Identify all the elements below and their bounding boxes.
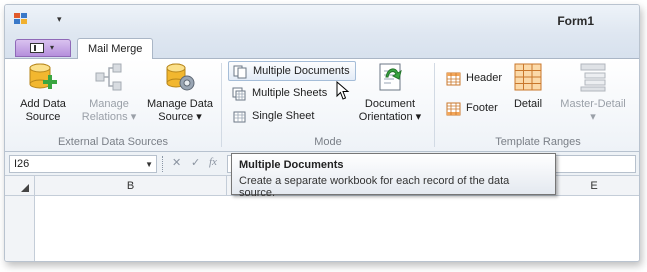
master-detail-icon — [577, 61, 609, 93]
add-data-source-button[interactable]: Add Data Source — [13, 61, 73, 124]
name-box-value: I26 — [14, 158, 30, 170]
multiple-documents-label: Multiple Documents — [253, 65, 350, 77]
tooltip-title: Multiple Documents — [239, 159, 344, 171]
manage-relations-label-2: Relations ▾ — [81, 111, 137, 123]
ribbon-tab-row: ▾ Mail Merge — [5, 33, 639, 60]
document-icon — [30, 43, 44, 53]
single-sheet-icon — [233, 111, 246, 123]
add-data-source-label-1: Add Data — [20, 98, 66, 110]
worksheet-grid[interactable] — [35, 196, 639, 261]
multiple-sheets-icon — [232, 87, 246, 101]
master-detail-button[interactable]: Master-Detail ▾ — [556, 61, 630, 124]
ribbon: Add Data Source Manage Relations ▾ Manag… — [5, 59, 639, 152]
document-orientation-button[interactable]: Document Orientation ▾ — [354, 61, 426, 124]
window-title: Form1 — [557, 14, 594, 28]
multiple-documents-button[interactable]: Multiple Documents — [228, 61, 356, 81]
chevron-down-icon: ▾ — [50, 43, 55, 52]
row-headers — [5, 196, 35, 261]
manage-relations-label-1: Manage — [89, 98, 129, 110]
formula-bar-separator — [162, 156, 166, 172]
manage-data-source-label-1: Manage Data — [146, 98, 214, 110]
add-data-source-icon — [27, 61, 59, 93]
manage-data-source-button[interactable]: Manage Data Source ▾ — [144, 61, 216, 124]
document-orientation-label-1: Document — [364, 98, 416, 110]
add-data-source-label-2: Source — [25, 111, 61, 123]
multiple-sheets-label: Multiple Sheets — [252, 87, 328, 99]
document-orientation-label-2: Orientation ▾ — [358, 111, 422, 123]
title-bar: ▾ Form1 — [5, 5, 639, 33]
manage-relations-icon — [93, 61, 125, 93]
group-label-external-data-sources: External Data Sources — [57, 136, 169, 148]
single-sheet-button[interactable]: Single Sheet — [228, 107, 319, 127]
column-header-b[interactable]: B — [35, 176, 227, 196]
column-header-e[interactable]: E — [547, 176, 639, 196]
application-menu-button[interactable]: ▾ — [15, 39, 71, 57]
single-sheet-label: Single Sheet — [252, 110, 315, 122]
group-divider — [434, 63, 435, 147]
footer-button[interactable]: Footer — [442, 99, 503, 119]
manage-data-source-icon — [164, 61, 196, 93]
manage-data-source-label-2: Source ▾ — [158, 111, 202, 123]
group-label-mode: Mode — [314, 136, 342, 148]
tab-mail-merge[interactable]: Mail Merge — [77, 38, 154, 60]
group-divider — [221, 63, 222, 147]
detail-button[interactable]: Detail — [511, 61, 545, 111]
footer-icon — [446, 102, 461, 116]
select-all-corner[interactable] — [5, 176, 35, 196]
app-window: ▾ Form1 ▾ Mail Merge Add Data Source Man… — [4, 4, 640, 262]
document-orientation-icon — [374, 61, 406, 93]
header-button[interactable]: Header — [442, 69, 507, 89]
footer-label: Footer — [466, 102, 498, 114]
insert-function-icon[interactable]: fx — [209, 156, 217, 168]
group-label-template-ranges: Template Ranges — [495, 136, 581, 148]
mouse-cursor-icon — [336, 81, 350, 100]
master-detail-label-1: Master-Detail — [560, 98, 626, 110]
manage-relations-button[interactable]: Manage Relations ▾ — [78, 61, 140, 124]
chevron-down-icon[interactable]: ▼ — [145, 160, 153, 169]
detail-icon — [512, 61, 544, 93]
tooltip: Multiple Documents Create a separate wor… — [231, 153, 556, 199]
enter-icon[interactable]: ✓ — [191, 156, 200, 169]
header-label: Header — [466, 72, 503, 84]
header-icon — [446, 72, 461, 86]
master-detail-label-2: ▾ — [590, 111, 596, 123]
tooltip-body: Create a separate workbook for each reco… — [239, 175, 510, 199]
detail-label: Detail — [513, 98, 543, 110]
cancel-icon[interactable]: ✕ — [172, 156, 181, 169]
multiple-documents-icon — [233, 65, 247, 79]
multiple-sheets-button[interactable]: Multiple Sheets — [228, 84, 332, 104]
name-box[interactable]: I26 ▼ — [9, 155, 157, 173]
